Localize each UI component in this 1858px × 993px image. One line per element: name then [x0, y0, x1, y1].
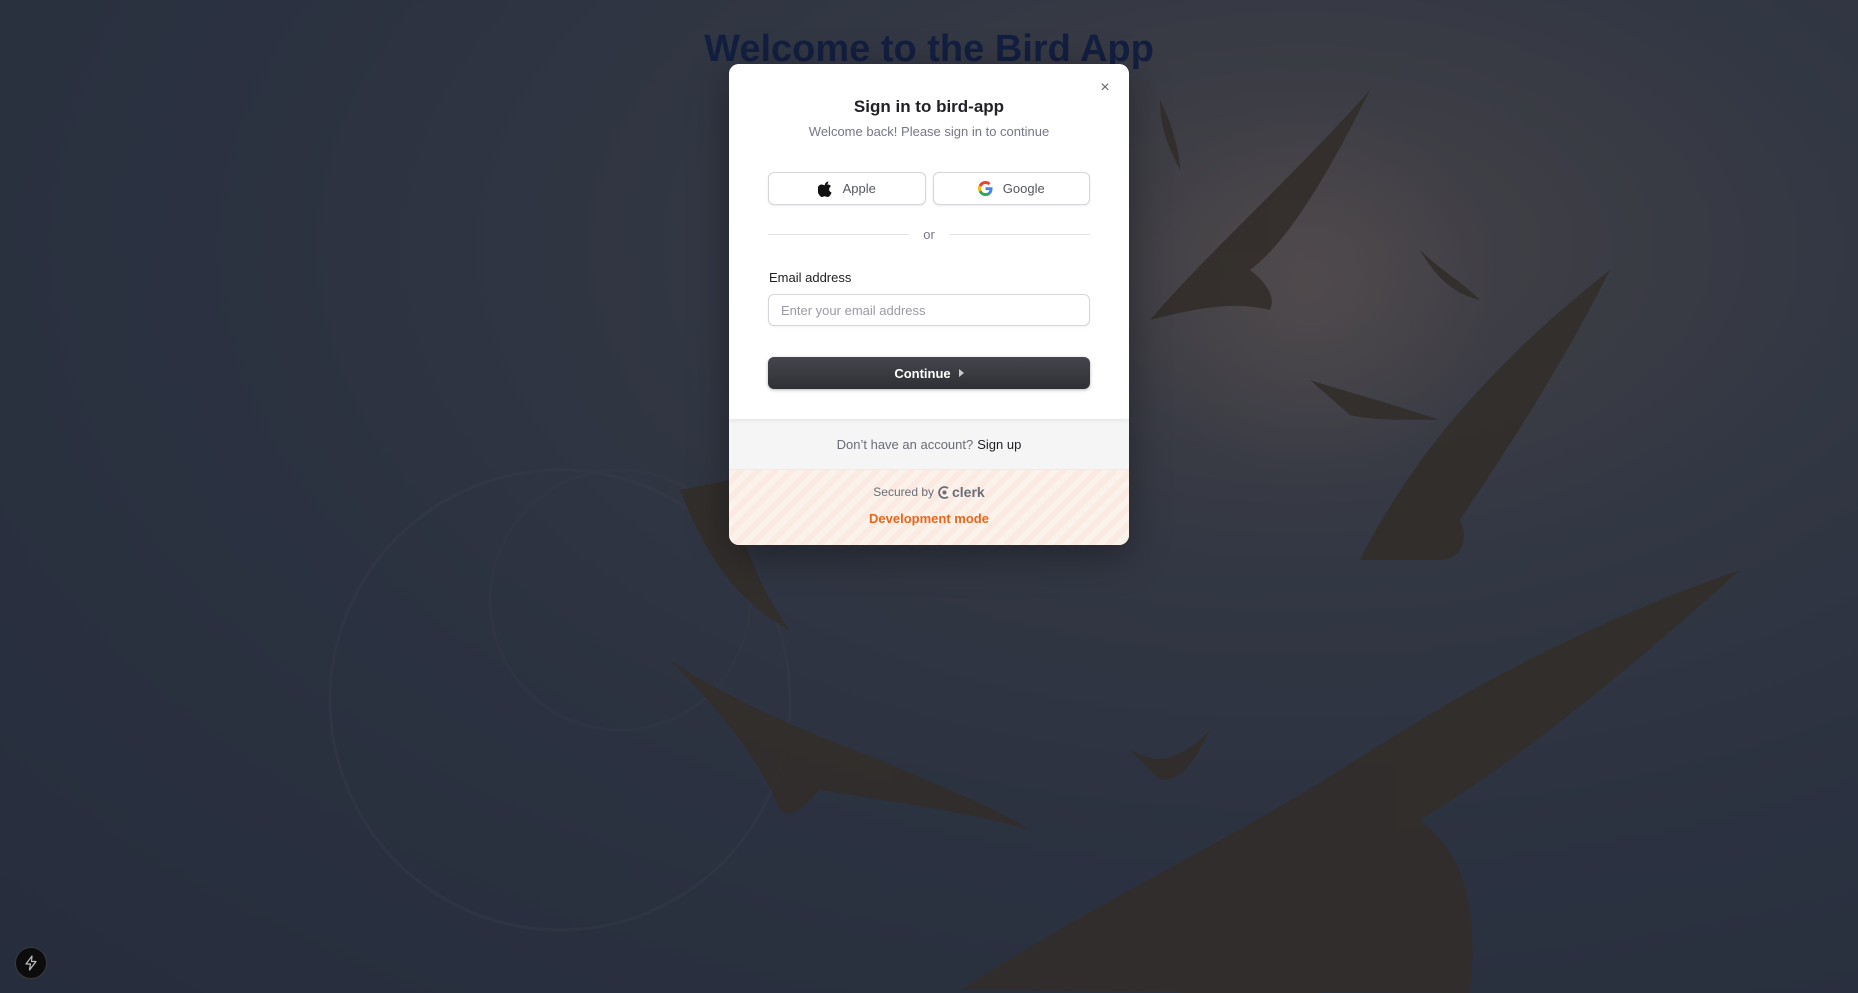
- apple-icon: [817, 181, 833, 197]
- divider-line-right: [948, 234, 1090, 235]
- sign-up-link[interactable]: Sign up: [977, 437, 1021, 452]
- clerk-logo[interactable]: clerk: [938, 484, 985, 500]
- sign-up-row: Don’t have an account? Sign up: [729, 419, 1129, 470]
- modal-title: Sign in to bird-app: [853, 97, 1005, 116]
- apple-sign-in-button[interactable]: Apple: [768, 172, 926, 205]
- modal-subtitle: Welcome back! Please sign in to continue: [808, 124, 1050, 139]
- email-label: Email address: [769, 270, 852, 285]
- social-buttons: Apple Google: [768, 172, 1090, 205]
- dev-tools-button[interactable]: [15, 947, 47, 979]
- caret-right-icon: [958, 369, 964, 377]
- clerk-logo-icon: [938, 485, 949, 499]
- continue-button-label: Continue: [894, 365, 951, 381]
- secured-by-text: Secured by: [873, 485, 934, 499]
- modal-footer: Secured by clerk Development mode: [729, 470, 1129, 545]
- email-input[interactable]: [768, 294, 1090, 326]
- continue-button[interactable]: Continue: [768, 357, 1090, 389]
- secured-by: Secured by clerk: [729, 484, 1129, 500]
- sign-in-modal: × Sign in to bird-app Welcome back! Plea…: [729, 64, 1129, 545]
- apple-button-label: Apple: [842, 181, 876, 196]
- clerk-brand-text: clerk: [952, 484, 985, 500]
- close-button[interactable]: ×: [1097, 80, 1113, 96]
- google-icon: [977, 181, 993, 196]
- divider-text: or: [923, 227, 935, 242]
- divider-line-left: [768, 234, 910, 235]
- sign-in-card: × Sign in to bird-app Welcome back! Plea…: [729, 64, 1129, 419]
- page: Welcome to the Bird App × Sign in to bir…: [0, 0, 1858, 993]
- google-button-label: Google: [1002, 181, 1045, 196]
- development-mode-label: Development mode: [869, 511, 989, 526]
- sign-up-prompt: Don’t have an account?: [836, 436, 974, 452]
- lightning-icon: [25, 955, 37, 971]
- or-divider: or: [768, 227, 1090, 242]
- google-sign-in-button[interactable]: Google: [932, 172, 1090, 205]
